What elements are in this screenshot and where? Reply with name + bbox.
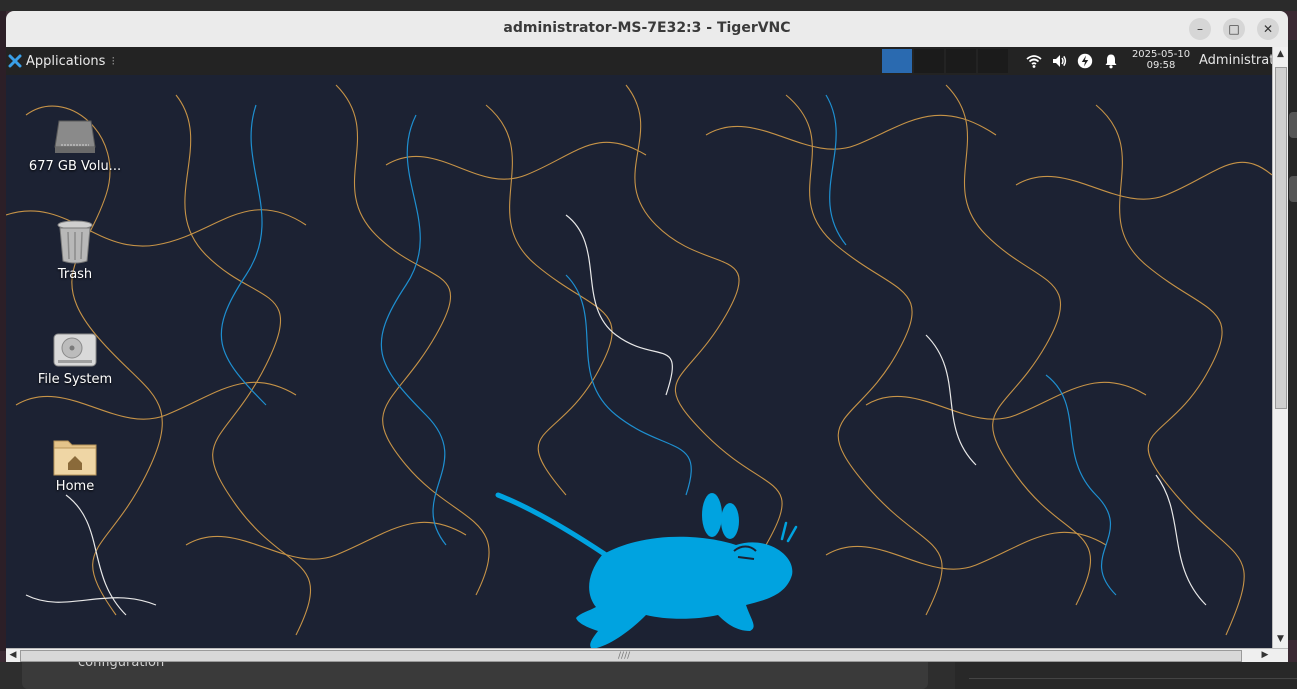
minimize-button[interactable]: –: [1189, 18, 1211, 40]
window-title: administrator-MS-7E32:3 - TigerVNC: [503, 20, 791, 36]
workspace-1[interactable]: [882, 49, 912, 73]
desktop-icon-label: 677 GB Volu...: [28, 159, 122, 174]
xfce-logo-icon: [8, 54, 22, 68]
scroll-down-arrow-icon[interactable]: ▼: [1273, 632, 1288, 646]
host-background-panel: configuration: [22, 655, 928, 689]
wifi-icon[interactable]: [1026, 53, 1042, 69]
trash-icon: [57, 220, 93, 264]
clock-time: 09:58: [1146, 60, 1176, 71]
scroll-up-arrow-icon[interactable]: ▲: [1273, 47, 1288, 61]
hard-disk-icon: [53, 333, 97, 367]
horizontal-scrollbar[interactable]: ◀ //// ▶: [6, 648, 1288, 662]
host-side-handle: [1289, 176, 1297, 202]
horizontal-scroll-thumb[interactable]: [20, 650, 1242, 662]
xfce-top-panel: Applications ⁝ 2025-05-10 09:58 Administ…: [6, 47, 1272, 75]
resize-grip-icon[interactable]: ////: [618, 651, 630, 661]
volume-icon[interactable]: [1051, 53, 1067, 69]
panel-separator: ⁝: [111, 54, 116, 68]
maximize-button[interactable]: □: [1223, 18, 1245, 40]
host-top-strip: [0, 0, 1297, 11]
user-menu-button[interactable]: Administrat: [1199, 53, 1272, 68]
remote-desktop[interactable]: Applications ⁝ 2025-05-10 09:58 Administ…: [6, 47, 1272, 648]
workspace-2[interactable]: [914, 49, 944, 73]
panel-clock[interactable]: 2025-05-10 09:58: [1130, 49, 1192, 71]
scroll-right-arrow-icon[interactable]: ▶: [1258, 649, 1272, 662]
home-folder-icon: [53, 440, 97, 476]
desktop-icon-file-system[interactable]: File System: [25, 330, 125, 387]
xfce-wallpaper: [6, 75, 1272, 648]
power-icon[interactable]: [1077, 53, 1093, 69]
applications-label: Applications: [26, 53, 106, 69]
scroll-left-arrow-icon[interactable]: ◀: [6, 649, 20, 662]
applications-menu-button[interactable]: Applications ⁝: [8, 50, 115, 72]
vertical-scroll-thumb[interactable]: [1275, 67, 1287, 409]
host-side-handle: [1289, 112, 1297, 138]
host-right-edge: [1288, 40, 1297, 640]
desktop-icon-trash[interactable]: Trash: [25, 219, 125, 282]
workspace-3[interactable]: [946, 49, 976, 73]
vertical-scrollbar[interactable]: ▲ ▼: [1272, 47, 1288, 648]
clock-date: 2025-05-10: [1131, 49, 1191, 60]
close-button[interactable]: ✕: [1257, 18, 1279, 40]
host-bottom-area: configuration: [0, 655, 1297, 689]
workspace-4[interactable]: [978, 49, 1008, 73]
window-titlebar[interactable]: administrator-MS-7E32:3 - TigerVNC – □ ✕: [6, 11, 1288, 48]
drive-icon: [54, 120, 96, 153]
host-background-panel-right: [955, 662, 1297, 689]
desktop-icon-label: Trash: [57, 267, 93, 282]
tigervnc-window: administrator-MS-7E32:3 - TigerVNC – □ ✕…: [6, 11, 1288, 662]
desktop-icon-home[interactable]: Home: [25, 437, 125, 494]
desktop-icon-volume[interactable]: 677 GB Volu...: [25, 117, 125, 174]
notification-bell-icon[interactable]: [1103, 53, 1119, 69]
desktop-icon-label: File System: [37, 372, 113, 387]
desktop-icon-label: Home: [55, 479, 95, 494]
